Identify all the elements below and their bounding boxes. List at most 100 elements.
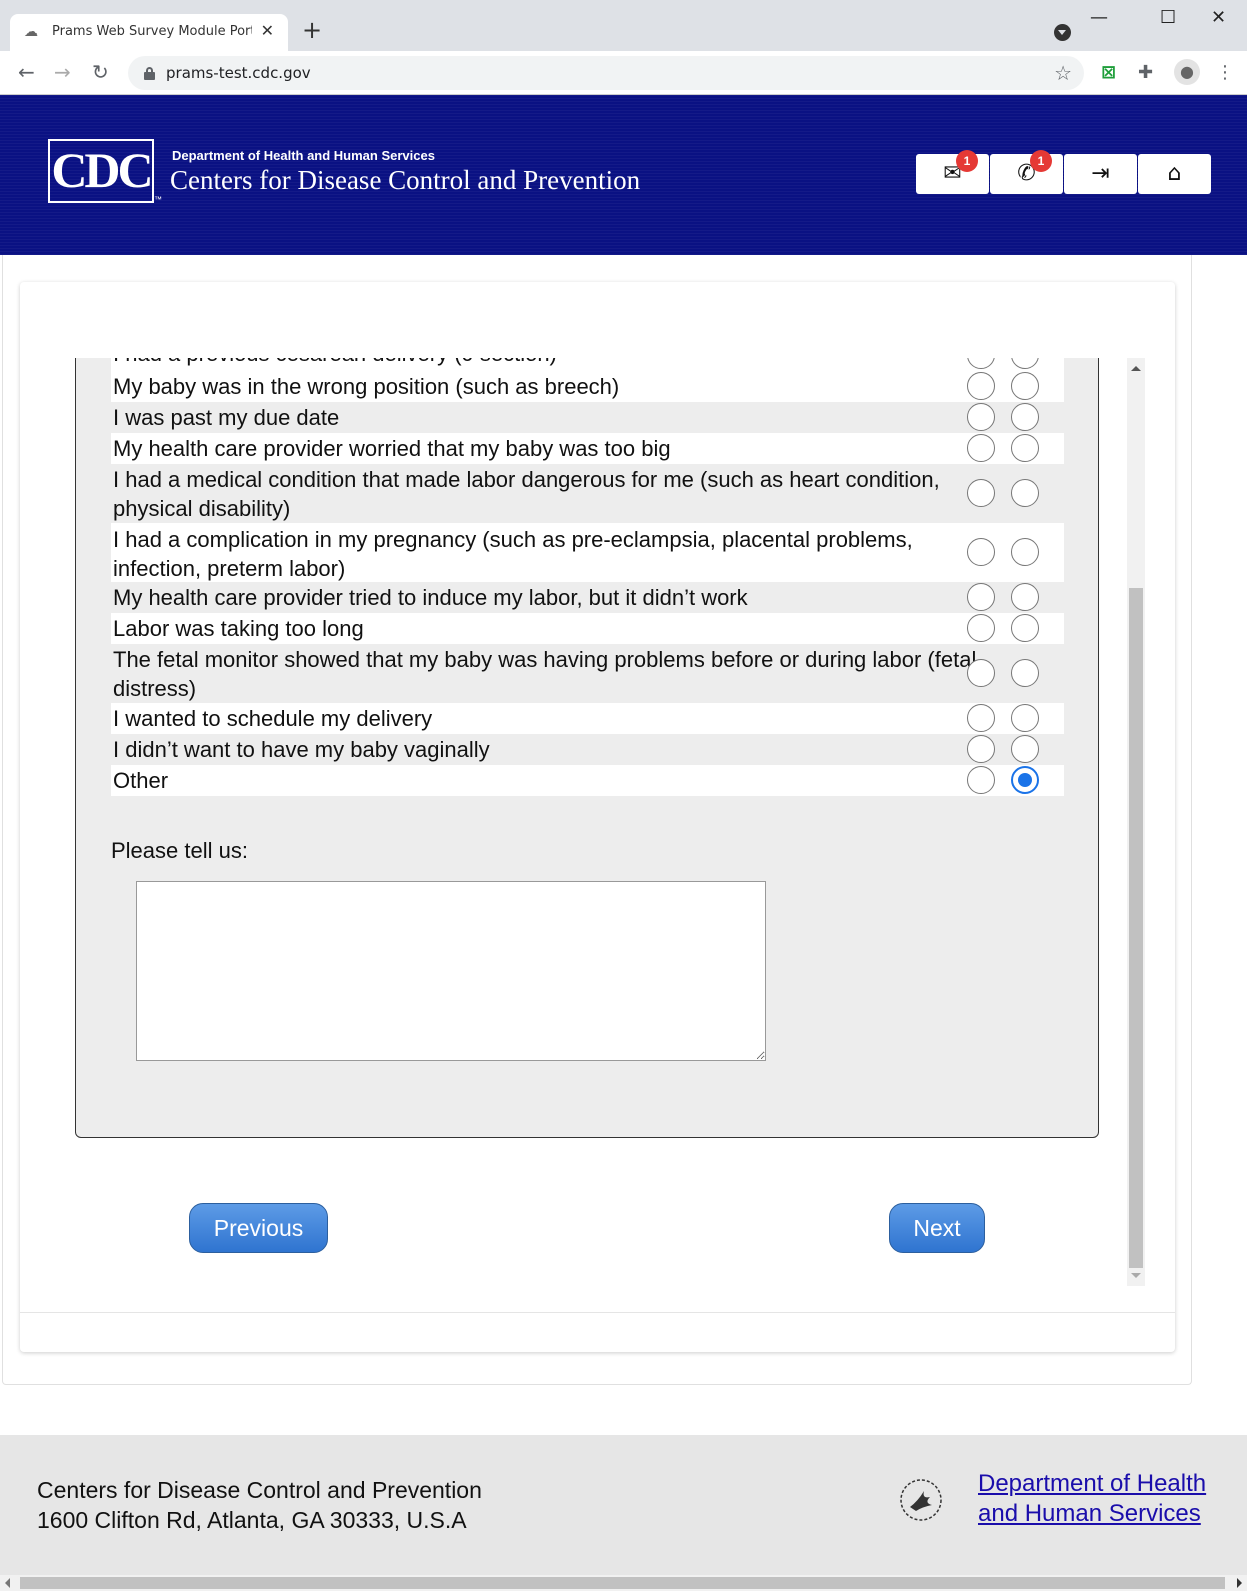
radio-first[interactable] [967, 766, 995, 794]
footer-address: 1600 Clifton Rd, Atlanta, GA 30333, U.S.… [37, 1507, 467, 1533]
home-button[interactable]: ⌂ [1138, 154, 1211, 194]
department-name: Department of Health and Human Services [172, 148, 435, 163]
kebab-menu-icon[interactable]: ⋮ [1216, 61, 1234, 85]
window-close-icon[interactable]: ✕ [1211, 6, 1226, 30]
horizontal-scrollbar[interactable] [0, 1575, 1247, 1591]
radio-first[interactable] [967, 479, 995, 507]
maximize-icon[interactable]: ☐ [1160, 6, 1176, 30]
tab-search-icon[interactable] [1054, 24, 1071, 41]
radio-first[interactable] [967, 538, 995, 566]
browser-tab-bar: ☁ Prams Web Survey Module Portal ✕ + — ☐… [0, 0, 1247, 51]
sign-in-icon: ⇥ [1091, 161, 1110, 186]
browser-tab[interactable]: ☁ Prams Web Survey Module Portal ✕ [10, 14, 288, 51]
radio-second[interactable] [1011, 434, 1039, 462]
scroll-up-arrow-icon[interactable] [1131, 366, 1141, 371]
radio-second[interactable] [1011, 538, 1039, 566]
extension-icon[interactable]: ⊠ [1101, 61, 1116, 85]
agency-name: Centers for Disease Control and Preventi… [170, 165, 641, 195]
radio-second[interactable] [1011, 372, 1039, 400]
tab-title: Prams Web Survey Module Portal [52, 24, 252, 39]
site-header: CDC ™ Department of Health and Human Ser… [0, 95, 1247, 255]
option-row: I didn’t want to have my baby vaginally [111, 734, 1064, 765]
option-label: My health care provider tried to induce … [113, 585, 748, 610]
address-bar[interactable]: prams-test.cdc.gov ☆ [128, 56, 1084, 90]
radio-second[interactable] [1011, 403, 1039, 431]
radio-second[interactable] [1011, 735, 1039, 763]
hhs-eagle-logo-icon [900, 1479, 942, 1521]
option-label: I had a complication in my pregnancy (su… [113, 527, 913, 581]
scroll-down-arrow-icon[interactable] [1131, 1273, 1141, 1278]
tell-us-label: Please tell us: [111, 838, 248, 863]
site-footer: Centers for Disease Control and Preventi… [0, 1435, 1247, 1575]
option-row: The fetal monitor showed that my baby wa… [111, 644, 1064, 703]
option-row: Other [111, 765, 1064, 796]
radio-second[interactable] [1011, 358, 1039, 369]
scroll-right-arrow-icon[interactable] [1237, 1578, 1242, 1588]
profile-avatar-icon[interactable]: ● [1174, 59, 1200, 85]
option-label: My baby was in the wrong position (such … [113, 374, 620, 399]
option-label: The fetal monitor showed that my baby wa… [113, 647, 977, 701]
stroller-favicon-icon: ☁ [24, 24, 38, 40]
calls-button[interactable]: ✆ 1 [990, 150, 1063, 194]
bookmark-star-icon[interactable]: ☆ [1054, 61, 1072, 85]
question-panel: I had a previous cesarean delivery (c-se… [75, 358, 1099, 1138]
scroll-left-arrow-icon[interactable] [5, 1578, 10, 1588]
radio-first[interactable] [967, 614, 995, 642]
hhs-link[interactable]: Department of Health and Human Services [978, 1469, 1228, 1529]
option-label: I had a medical condition that made labo… [113, 467, 940, 521]
hhs-link-line1: Department of Health [978, 1470, 1207, 1497]
hhs-link-line2: and Human Services [978, 1500, 1201, 1527]
cdc-logo[interactable]: CDC [48, 139, 154, 203]
radio-second-selected[interactable] [1011, 766, 1039, 794]
forward-icon[interactable]: → [54, 60, 71, 84]
radio-first[interactable] [967, 372, 995, 400]
radio-second[interactable] [1011, 583, 1039, 611]
new-tab-icon[interactable]: + [302, 18, 322, 42]
tab-close-icon[interactable]: ✕ [261, 22, 274, 40]
reload-icon[interactable]: ↻ [92, 60, 109, 84]
option-row: Labor was taking too long [111, 613, 1064, 644]
option-label: I had a previous cesarean delivery (c-se… [113, 358, 973, 368]
radio-second[interactable] [1011, 614, 1039, 642]
radio-first[interactable] [967, 659, 995, 687]
vertical-scrollbar[interactable] [1127, 358, 1145, 1286]
minimize-icon[interactable]: — [1090, 6, 1108, 30]
messages-count-badge: 1 [956, 150, 978, 172]
option-row: I had a previous cesarean delivery (c-se… [111, 358, 1064, 371]
option-row: My health care provider tried to induce … [111, 582, 1064, 613]
option-label: I didn’t want to have my baby vaginally [113, 737, 490, 762]
card-divider [20, 1312, 1175, 1313]
sign-in-button[interactable]: ⇥ [1064, 154, 1137, 194]
option-row: I had a complication in my pregnancy (su… [111, 523, 1064, 582]
radio-first[interactable] [967, 583, 995, 611]
radio-first[interactable] [967, 704, 995, 732]
messages-button[interactable]: ✉ 1 [916, 150, 989, 194]
option-label: I was past my due date [113, 405, 340, 430]
horizontal-scrollbar-thumb[interactable] [20, 1577, 1225, 1589]
option-label: Other [113, 768, 169, 793]
option-label: Labor was taking too long [113, 616, 364, 641]
next-button[interactable]: Next [889, 1203, 985, 1253]
option-row: I wanted to schedule my delivery [111, 703, 1064, 734]
trademark-mark: ™ [154, 195, 162, 204]
radio-first[interactable] [967, 403, 995, 431]
tell-us-textarea[interactable] [136, 881, 766, 1061]
radio-first[interactable] [967, 434, 995, 462]
footer-org-name: Centers for Disease Control and Preventi… [37, 1477, 482, 1503]
back-icon[interactable]: ← [18, 60, 35, 84]
lock-icon[interactable] [144, 67, 155, 80]
scrollbar-thumb[interactable] [1129, 588, 1143, 1268]
survey-scroll-region[interactable]: I had a previous cesarean delivery (c-se… [75, 358, 1105, 1141]
radio-second[interactable] [1011, 479, 1039, 507]
previous-button[interactable]: Previous [189, 1203, 328, 1253]
calls-count-badge: 1 [1030, 150, 1052, 172]
option-row: My health care provider worried that my … [111, 433, 1064, 464]
option-label: I wanted to schedule my delivery [113, 706, 433, 731]
radio-first[interactable] [967, 735, 995, 763]
puzzle-extensions-icon[interactable]: ✚ [1138, 61, 1153, 85]
option-row: I was past my due date [111, 402, 1064, 433]
url-text[interactable]: prams-test.cdc.gov [166, 64, 311, 82]
radio-second[interactable] [1011, 704, 1039, 732]
radio-second[interactable] [1011, 659, 1039, 687]
option-label: My health care provider worried that my … [113, 436, 671, 461]
